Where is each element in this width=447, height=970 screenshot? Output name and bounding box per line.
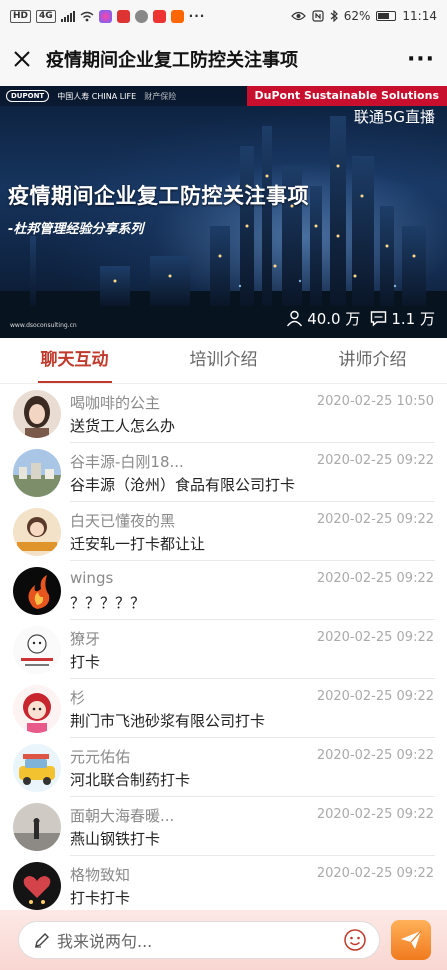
banner-heading: 疫情期间企业复工防控关注事项 (8, 184, 309, 208)
app-notification-icon (116, 9, 130, 23)
username: 白天已懂夜的黑 (70, 512, 176, 530)
network-4g-indicator: 4G (36, 9, 56, 23)
chat-message: wings 2020-02-25 09:22 ？？？？？ (0, 561, 447, 620)
username: 格物致知 (70, 866, 131, 884)
pencil-icon (35, 933, 49, 948)
bluetooth-icon (330, 10, 338, 22)
avatar[interactable] (13, 862, 61, 910)
chat-message: 白天已懂夜的黑 2020-02-25 09:22 迁安轧一打卡都让让 (0, 502, 447, 561)
comment-icon (371, 311, 387, 327)
message-text: 送货工人怎么办 (70, 417, 176, 435)
username: 元元佑佑 (70, 748, 131, 766)
username: 谷丰源-白刚18... (70, 453, 184, 471)
comment-input[interactable]: 我来说两句... (18, 921, 380, 959)
avatar[interactable] (13, 508, 61, 556)
timestamp: 2020-02-25 09:22 (316, 630, 434, 645)
avatar[interactable] (13, 744, 61, 792)
tab-speaker-intro[interactable]: 讲师介绍 (298, 338, 447, 383)
username: wings (70, 569, 114, 587)
nfc-icon (312, 10, 324, 22)
tab-training-intro[interactable]: 培训介绍 (149, 338, 298, 383)
send-button[interactable] (391, 920, 431, 960)
banner-stats: 40.0 万 1.1 万 (286, 308, 435, 329)
title-bar: 疫情期间企业复工防控关注事项 ··· (0, 32, 447, 86)
chat-message: 谷丰源-白刚18... 2020-02-25 09:22 谷丰源（沧州）食品有限… (0, 443, 447, 502)
paper-plane-icon (401, 930, 422, 949)
username: 杉 (70, 689, 86, 707)
china-life-logo: 中国人寿 CHINA LIFE (57, 91, 137, 101)
username: 面朝大海春暖... (70, 807, 175, 825)
timestamp: 2020-02-25 09:22 (316, 807, 434, 822)
timestamp: 2020-02-25 10:50 (316, 394, 434, 409)
battery-icon (376, 11, 397, 21)
tab-bar: 聊天互动 培训介绍 讲师介绍 (0, 338, 447, 384)
chat-list[interactable]: 喝咖啡的公主 2020-02-25 10:50 送货工人怎么办 谷丰源-白刚18… (0, 384, 447, 910)
timestamp: 2020-02-25 09:22 (316, 512, 434, 527)
message-text: 迁安轧一打卡都让让 (70, 535, 206, 553)
app-notification-icon (152, 9, 166, 23)
message-text: 打卡打卡 (70, 889, 131, 907)
live-banner[interactable]: DUPONT 中国人寿 CHINA LIFE 财产保险 DuPont Susta… (0, 86, 447, 338)
more-options-button[interactable]: ··· (395, 32, 447, 86)
timestamp: 2020-02-25 09:22 (316, 453, 434, 468)
message-text: ？？？？？ (70, 594, 146, 612)
signal-icon (60, 10, 75, 22)
banner-subheading: -杜邦管理经验分享系列 (8, 222, 144, 237)
chat-message: 面朝大海春暖... 2020-02-25 09:22 燕山钢铁打卡 (0, 797, 447, 856)
wifi-icon (80, 11, 94, 21)
avatar[interactable] (13, 567, 61, 615)
avatar[interactable] (13, 685, 61, 733)
tab-chat[interactable]: 聊天互动 (0, 338, 149, 383)
username: 喝咖啡的公主 (70, 394, 161, 412)
message-text: 燕山钢铁打卡 (70, 830, 161, 848)
brand-tag: DuPont Sustainable Solutions (246, 86, 447, 106)
message-text: 打卡 (70, 653, 101, 671)
comment-count: 1.1 万 (370, 308, 435, 329)
live-label: 联通5G直播 (353, 108, 435, 126)
viewer-count: 40.0 万 (286, 308, 360, 329)
page-title: 疫情期间企业复工防控关注事项 (46, 50, 298, 71)
person-icon (287, 310, 303, 327)
emoji-icon[interactable] (343, 928, 367, 952)
timestamp: 2020-02-25 09:22 (316, 866, 434, 881)
comment-input-placeholder: 我来说两句... (57, 932, 153, 951)
eye-icon (290, 11, 306, 21)
app-notification-icon (98, 9, 112, 23)
china-life-subtitle: 财产保险 (144, 91, 177, 101)
clock: 11:14 (402, 9, 437, 23)
comment-count-value: 1.1 万 (391, 310, 435, 328)
message-text: 谷丰源（沧州）食品有限公司打卡 (70, 476, 296, 494)
app-notification-icon (170, 9, 184, 23)
chat-message: 杉 2020-02-25 09:22 荆门市飞池砂浆有限公司打卡 (0, 679, 447, 738)
username: 獠牙 (70, 630, 101, 648)
viewer-count-value: 40.0 万 (307, 310, 361, 328)
avatar[interactable] (13, 449, 61, 497)
battery-percent: 62% (343, 9, 371, 23)
dupont-logo: DUPONT (6, 90, 50, 102)
chat-message: 獠牙 2020-02-25 09:22 打卡 (0, 620, 447, 679)
timestamp: 2020-02-25 09:22 (316, 571, 434, 586)
app-notification-icon (134, 9, 148, 23)
message-text: 河北联合制药打卡 (70, 771, 191, 789)
close-icon[interactable] (0, 32, 44, 86)
message-text: 荆门市飞池砂浆有限公司打卡 (70, 712, 266, 730)
chat-message: 元元佑佑 2020-02-25 09:22 河北联合制药打卡 (0, 738, 447, 797)
status-bar: HD 4G ··· 62% 11:14 (0, 0, 447, 32)
banner-url: www.dsoconsulting.cn (10, 322, 77, 329)
timestamp: 2020-02-25 09:22 (316, 748, 434, 763)
chat-message: 喝咖啡的公主 2020-02-25 10:50 送货工人怎么办 (0, 384, 447, 443)
comment-input-bar: 我来说两句... (0, 910, 447, 970)
more-notifications-icon: ··· (188, 9, 206, 23)
avatar[interactable] (13, 803, 61, 851)
hd-indicator: HD (10, 9, 32, 23)
chat-message: 格物致知 2020-02-25 09:22 打卡打卡 (0, 856, 447, 910)
avatar[interactable] (13, 626, 61, 674)
avatar[interactable] (13, 390, 61, 438)
timestamp: 2020-02-25 09:22 (316, 689, 434, 704)
